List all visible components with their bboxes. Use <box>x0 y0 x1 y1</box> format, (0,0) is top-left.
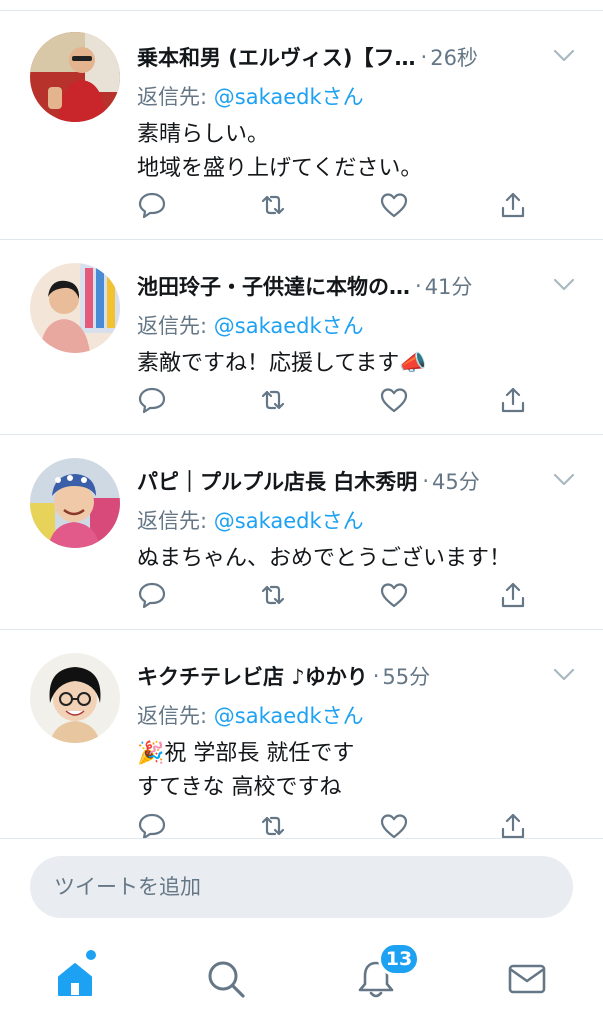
reply-button[interactable] <box>132 380 172 420</box>
like-button[interactable] <box>374 806 414 838</box>
search-icon <box>208 961 245 998</box>
retweet-button[interactable] <box>253 575 293 615</box>
reply-handle-link[interactable]: @sakaedkさん <box>214 314 364 338</box>
retweet-button[interactable] <box>253 380 293 420</box>
avatar[interactable] <box>30 458 120 548</box>
messages-icon <box>508 964 546 994</box>
reply-context: 返信先: @sakaedkさん <box>137 700 364 730</box>
notifications-badge: 13 <box>378 942 420 976</box>
separator-dot: · <box>422 469 429 493</box>
retweet-icon <box>261 390 285 410</box>
tweet[interactable]: パピ｜プルプル店長 白木秀明 · 45分 返信先: @sakaedkさん ぬまち… <box>0 435 603 630</box>
separator-dot: · <box>415 274 422 298</box>
chevron-down-icon[interactable] <box>553 668 575 682</box>
tweet-text-line: すてきな 高校ですね <box>137 775 342 800</box>
tweet-text-line: 素敵ですね！応援してます📣 <box>137 351 427 376</box>
reply-context: 返信先: @sakaedkさん <box>137 310 364 340</box>
tweet-text: ぬまちゃん、おめでとうございます！ <box>137 542 511 576</box>
retweet-button[interactable] <box>253 185 293 225</box>
retweet-button[interactable] <box>253 806 293 838</box>
share-button[interactable] <box>493 185 533 225</box>
share-button[interactable] <box>493 806 533 838</box>
heart-icon <box>380 388 408 413</box>
tweet-text-line: 地域を盛り上げてください。 <box>137 156 423 181</box>
tweet-actions <box>0 185 603 225</box>
like-button[interactable] <box>374 185 414 225</box>
home-unread-dot <box>86 950 96 960</box>
reply-context: 返信先: @sakaedkさん <box>137 505 364 535</box>
reply-button[interactable] <box>132 806 172 838</box>
like-button[interactable] <box>374 575 414 615</box>
compose-input[interactable] <box>30 856 573 918</box>
reply-icon <box>138 582 166 609</box>
tab-messages[interactable] <box>497 954 557 1004</box>
retweet-icon <box>261 195 285 215</box>
reply-prefix: 返信先: <box>137 85 214 109</box>
author-name[interactable]: 池田玲子・子供達に本物の… <box>137 271 410 301</box>
avatar[interactable] <box>30 263 120 353</box>
home-icon <box>58 963 92 996</box>
tweet-text-line: 素晴らしい。 <box>137 122 270 147</box>
timestamp[interactable]: 55分 <box>382 661 430 691</box>
author-name[interactable]: パピ｜プルプル店長 白木秀明 <box>137 466 417 496</box>
reply-prefix: 返信先: <box>137 509 214 533</box>
tab-search[interactable] <box>196 954 256 1004</box>
author-name[interactable]: 乗本和男 (エルヴィス)【フ… <box>137 42 416 72</box>
reply-icon <box>138 192 166 219</box>
tweet-actions <box>0 575 603 615</box>
timestamp[interactable]: 26秒 <box>430 42 478 72</box>
compose-bar <box>0 838 603 934</box>
avatar[interactable] <box>30 32 120 122</box>
chevron-down-icon[interactable] <box>553 49 575 63</box>
reply-handle-link[interactable]: @sakaedkさん <box>214 509 364 533</box>
share-icon <box>501 387 525 413</box>
tweet-actions <box>0 806 603 838</box>
timestamp[interactable]: 41分 <box>425 271 473 301</box>
share-button[interactable] <box>493 575 533 615</box>
like-button[interactable] <box>374 380 414 420</box>
reply-icon <box>138 387 166 414</box>
avatar[interactable] <box>30 653 120 743</box>
retweet-icon <box>261 816 285 836</box>
share-icon <box>501 192 525 218</box>
reply-prefix: 返信先: <box>137 704 214 728</box>
chevron-down-icon[interactable] <box>553 278 575 292</box>
heart-icon <box>380 193 408 218</box>
reply-handle-link[interactable]: @sakaedkさん <box>214 85 364 109</box>
heart-icon <box>380 583 408 608</box>
share-button[interactable] <box>493 380 533 420</box>
tweet-text-line: ぬまちゃん、おめでとうございます！ <box>137 546 512 571</box>
reply-button[interactable] <box>132 575 172 615</box>
retweet-icon <box>261 585 285 605</box>
tweet-text-line: 🎉祝 学部長 就任です <box>137 741 355 766</box>
tab-home[interactable] <box>45 954 105 1004</box>
tweet-text: 素晴らしい。 地域を盛り上げてください。 <box>137 118 422 186</box>
tweet-text: 🎉祝 学部長 就任です すてきな 高校ですね <box>137 737 354 805</box>
share-icon <box>501 813 525 838</box>
share-icon <box>501 582 525 608</box>
heart-icon <box>380 814 408 838</box>
reply-prefix: 返信先: <box>137 314 214 338</box>
reply-handle-link[interactable]: @sakaedkさん <box>214 704 364 728</box>
reply-button[interactable] <box>132 185 172 225</box>
reply-icon <box>138 813 166 838</box>
tweet[interactable]: 池田玲子・子供達に本物の… · 41分 返信先: @sakaedkさん 素敵です… <box>0 240 603 435</box>
tweet[interactable]: キクチテレビ店 ♪ゆかり · 55分 返信先: @sakaedkさん 🎉祝 学部… <box>0 630 603 838</box>
reply-context: 返信先: @sakaedkさん <box>137 81 364 111</box>
tweet-text: 素敵ですね！応援してます📣 <box>137 347 427 381</box>
bottom-tab-bar: 13 <box>0 934 603 1024</box>
separator-dot: · <box>372 664 380 688</box>
tweet-actions <box>0 380 603 420</box>
timestamp[interactable]: 45分 <box>432 466 480 496</box>
chevron-down-icon[interactable] <box>553 473 575 487</box>
author-name[interactable]: キクチテレビ店 ♪ゆかり <box>137 661 368 691</box>
separator-dot: · <box>420 45 428 69</box>
tweet[interactable]: 乗本和男 (エルヴィス)【フ… · 26秒 返信先: @sakaedkさん 素晴… <box>0 11 603 240</box>
